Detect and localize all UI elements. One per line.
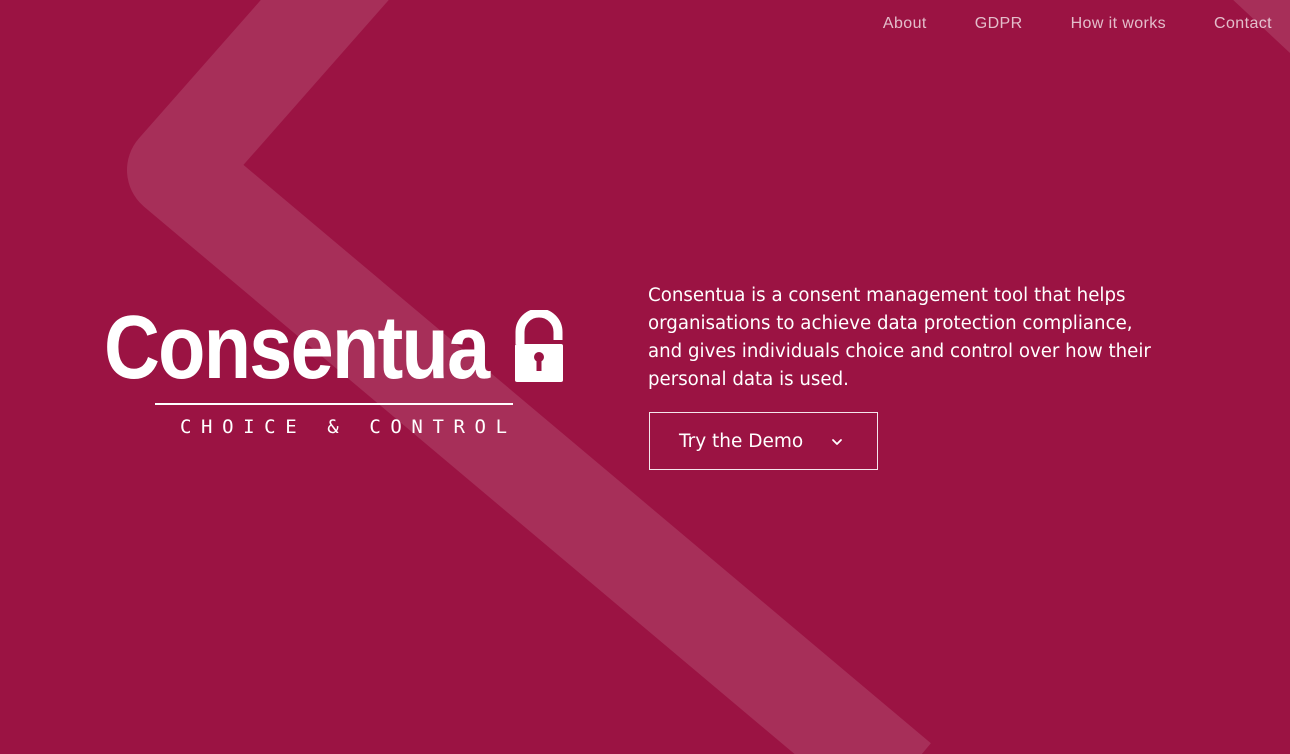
nav-link-contact[interactable]: Contact <box>1214 13 1272 35</box>
consentua-logo: Consentua CHOICE & CONTROL <box>104 298 564 438</box>
logo-tagline: CHOICE & CONTROL <box>180 416 517 438</box>
landing-page: About GDPR How it works Contact Consentu… <box>0 0 1290 754</box>
try-demo-label: Try the Demo <box>679 430 804 452</box>
logo-wordmark: Consentua <box>104 298 490 398</box>
top-navigation: About GDPR How it works Contact <box>835 13 1272 35</box>
logo-divider <box>155 403 513 405</box>
nav-link-about[interactable]: About <box>883 13 927 35</box>
padlock-icon <box>515 310 563 382</box>
chevron-down-icon <box>832 439 842 445</box>
hero-intro: Consentua is a consent management tool t… <box>648 282 1168 394</box>
nav-link-gdpr[interactable]: GDPR <box>975 13 1023 35</box>
logo-wordmark-row: Consentua <box>104 298 564 398</box>
hero-intro-text: Consentua is a consent management tool t… <box>648 285 1151 390</box>
try-demo-button[interactable]: Try the Demo <box>649 412 878 470</box>
nav-link-how-it-works[interactable]: How it works <box>1071 13 1166 35</box>
